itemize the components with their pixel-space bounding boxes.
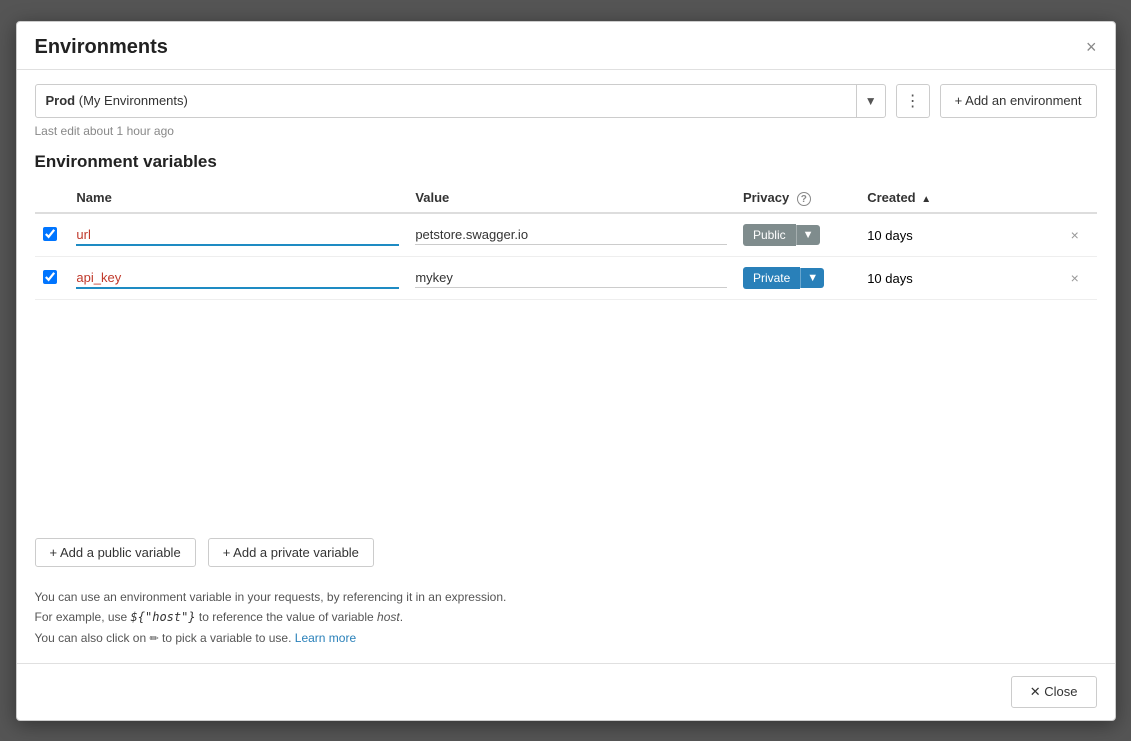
- last-edit-text: Last edit about 1 hour ago: [35, 124, 1097, 138]
- table-row: Public ▼ 10 days ×: [35, 213, 1097, 257]
- env-selected-name: Prod: [46, 93, 76, 108]
- row2-privacy-arrow-button[interactable]: ▼: [800, 268, 824, 288]
- row1-privacy-main-button[interactable]: Public: [743, 224, 796, 246]
- row2-privacy-main-button[interactable]: Private: [743, 267, 800, 289]
- learn-more-link[interactable]: Learn more: [295, 631, 356, 645]
- row2-delete-cell: ×: [1063, 257, 1097, 300]
- help-line2-suffix: .: [400, 610, 403, 624]
- help-line2-var: host: [377, 610, 400, 624]
- row1-privacy-cell: Public ▼: [735, 213, 859, 257]
- variables-table: Name Value Privacy ? Created ▲: [35, 184, 1097, 301]
- col-header-name: Name: [68, 184, 407, 214]
- privacy-info-icon: ?: [797, 192, 811, 206]
- table-body: Public ▼ 10 days ×: [35, 213, 1097, 300]
- add-buttons-row: + Add a public variable + Add a private …: [35, 538, 1097, 567]
- env-dropdown-text: Prod (My Environments): [36, 84, 856, 118]
- row1-privacy-group: Public ▼: [743, 224, 851, 246]
- row2-value-input[interactable]: [415, 268, 727, 288]
- row2-created-cell: 10 days: [859, 257, 1062, 300]
- col-header-value: Value: [407, 184, 735, 214]
- modal-header: Environments ×: [17, 22, 1115, 70]
- modal-footer: ✕ Close: [17, 663, 1115, 720]
- row2-value-cell: [407, 257, 735, 300]
- created-sort-arrow: ▲: [921, 194, 931, 205]
- row1-checkbox[interactable]: [43, 227, 57, 241]
- add-private-variable-button[interactable]: + Add a private variable: [208, 538, 374, 567]
- row2-privacy-cell: Private ▼: [735, 257, 859, 300]
- row2-created-value: 10 days: [867, 271, 913, 286]
- row1-name-cell: [68, 213, 407, 257]
- row1-delete-cell: ×: [1063, 213, 1097, 257]
- row2-delete-button[interactable]: ×: [1071, 270, 1079, 286]
- row2-name-cell: [68, 257, 407, 300]
- env-group-label: (My Environments): [79, 93, 188, 108]
- row1-name-input[interactable]: [76, 225, 399, 246]
- col-header-delete: [1063, 184, 1097, 214]
- add-public-variable-button[interactable]: + Add a public variable: [35, 538, 196, 567]
- col-header-created[interactable]: Created ▲: [859, 184, 1062, 214]
- env-selector-row: Prod (My Environments) ▼ ⋮ + Add an envi…: [35, 84, 1097, 118]
- row2-check-cell: [35, 257, 69, 300]
- row1-value-input[interactable]: [415, 225, 727, 245]
- table-header-row: Name Value Privacy ? Created ▲: [35, 184, 1097, 214]
- row2-name-input[interactable]: [76, 268, 399, 289]
- row1-value-cell: [407, 213, 735, 257]
- row1-delete-button[interactable]: ×: [1071, 227, 1079, 243]
- row1-privacy-arrow-button[interactable]: ▼: [796, 225, 820, 245]
- row1-created-cell: 10 days: [859, 213, 1062, 257]
- table-row: Private ▼ 10 days ×: [35, 257, 1097, 300]
- help-line3: You can also click on ✏ to pick a variab…: [35, 628, 1097, 649]
- help-line2-prefix: For example, use: [35, 610, 131, 624]
- help-line1: You can use an environment variable in y…: [35, 587, 1097, 607]
- help-line2-code: ${"host"}: [131, 610, 196, 624]
- help-line3-suffix: to pick a variable to use.: [162, 631, 291, 645]
- row2-checkbox[interactable]: [43, 270, 57, 284]
- env-dropdown-arrow-button[interactable]: ▼: [856, 85, 885, 117]
- close-button[interactable]: ✕ Close: [1011, 676, 1097, 708]
- modal-title: Environments: [35, 36, 168, 59]
- row2-privacy-group: Private ▼: [743, 267, 851, 289]
- col-header-check: [35, 184, 69, 214]
- help-line2: For example, use ${"host"} to reference …: [35, 607, 1097, 627]
- modal-body: Prod (My Environments) ▼ ⋮ + Add an envi…: [17, 70, 1115, 663]
- row1-check-cell: [35, 213, 69, 257]
- help-text-block: You can use an environment variable in y…: [35, 587, 1097, 648]
- section-title: Environment variables: [35, 152, 1097, 172]
- env-dropdown[interactable]: Prod (My Environments) ▼: [35, 84, 886, 118]
- row1-created-value: 10 days: [867, 228, 913, 243]
- col-header-privacy: Privacy ?: [735, 184, 859, 214]
- help-line3-prefix: You can also click on: [35, 631, 150, 645]
- environments-modal: Environments × Prod (My Environments) ▼ …: [16, 21, 1116, 721]
- pencil-icon: ✏: [149, 630, 158, 649]
- help-line2-middle: to reference the value of variable: [196, 610, 377, 624]
- env-kebab-button[interactable]: ⋮: [896, 84, 930, 118]
- variables-table-container: Name Value Privacy ? Created ▲: [35, 184, 1097, 519]
- add-environment-button[interactable]: + Add an environment: [940, 84, 1097, 118]
- close-x-button[interactable]: ×: [1086, 38, 1097, 56]
